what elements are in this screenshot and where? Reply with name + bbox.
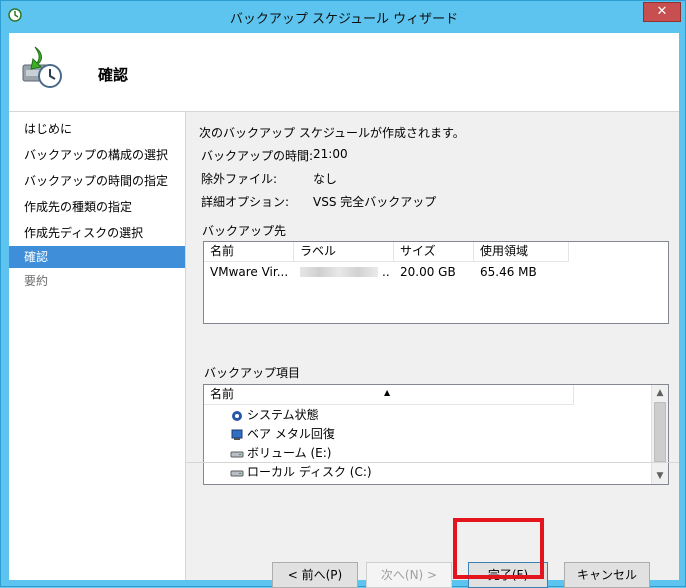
drive-icon [230, 451, 244, 457]
backup-items-list[interactable]: 名前 ▲ システム状態 ベア メタル回復 ボリューム (E:) ローカル ディス… [203, 384, 669, 485]
step-backup-config[interactable]: バックアップの構成の選択 [9, 144, 185, 166]
item-system-state[interactable]: システム状態 [230, 406, 319, 424]
backup-schedule-icon [22, 46, 62, 88]
backup-time-label: バックアップの時間: [201, 149, 314, 163]
confirmation-panel: 次のバックアップ スケジュールが作成されます。 バックアップの時間: 21:00… [186, 112, 679, 588]
destination-group-label: バックアップ先 [202, 224, 287, 238]
col-item-name[interactable]: 名前 ▲ [204, 385, 574, 405]
items-group-label: バックアップ項目 [204, 366, 301, 380]
col-item-name-label: 名前 [210, 387, 235, 401]
scroll-up-icon[interactable]: ▲ [652, 385, 668, 401]
step-destination-disk[interactable]: 作成先ディスクの選択 [9, 222, 185, 244]
dest-size-cell: 20.00 GB [400, 265, 456, 279]
excluded-files-label: 除外ファイル: [201, 172, 278, 186]
scroll-down-icon[interactable]: ▼ [652, 468, 668, 484]
item-volume-e-label: ボリューム (E:) [247, 446, 332, 460]
advanced-options-value: VSS 完全バックアップ [313, 195, 437, 209]
step-summary: 要約 [24, 274, 49, 288]
backup-time-value: 21:00 [313, 147, 348, 161]
wizard-client-area: 確認 はじめに バックアップの構成の選択 バックアップの時間の指定 作成先の種類… [9, 33, 679, 588]
item-volume-e[interactable]: ボリューム (E:) [230, 444, 331, 462]
summary-intro: 次のバックアップ スケジュールが作成されます。 [199, 126, 465, 140]
cancel-button[interactable]: キャンセル [564, 562, 650, 588]
item-system-state-label: システム状態 [247, 408, 319, 422]
step-confirmation[interactable]: 確認 [9, 246, 185, 268]
drive-icon [230, 470, 244, 476]
step-destination-type[interactable]: 作成先の種類の指定 [9, 196, 185, 218]
bare-metal-icon [231, 429, 243, 440]
dest-used-cell: 65.46 MB [480, 265, 537, 279]
col-used[interactable]: 使用領域 [474, 242, 569, 262]
footer-divider [186, 462, 679, 463]
item-local-disk-c-label: ローカル ディスク (C:) [247, 465, 372, 479]
col-size[interactable]: サイズ [394, 242, 474, 262]
item-bare-metal[interactable]: ベア メタル回復 [230, 425, 335, 443]
window-title: バックアップ スケジュール ウィザード [229, 12, 459, 27]
excluded-files-value: なし [313, 172, 338, 186]
system-state-icon [232, 410, 242, 421]
finish-highlight-box [453, 518, 544, 579]
step-introduction[interactable]: はじめに [9, 118, 185, 140]
items-scrollbar[interactable]: ▲ ▼ [651, 385, 668, 484]
page-title: 確認 [98, 66, 129, 84]
title-bar[interactable]: バックアップ スケジュール ウィザード ✕ [1, 1, 686, 33]
advanced-options-label: 詳細オプション: [201, 195, 290, 209]
dest-label-suffix: .. [382, 265, 390, 279]
next-button: 次へ(N) > [366, 562, 452, 588]
dest-name-cell[interactable]: VMware Vir... [204, 263, 288, 281]
item-local-disk-c[interactable]: ローカル ディスク (C:) [230, 463, 372, 481]
wizard-window: バックアップ スケジュール ウィザード ✕ 確認 はじめに バックアップの構成の… [0, 0, 686, 588]
sort-ascending-icon: ▲ [384, 388, 391, 397]
wizard-steps-sidebar: はじめに バックアップの構成の選択 バックアップの時間の指定 作成先の種類の指定… [9, 112, 186, 580]
destination-list[interactable]: 名前 ラベル サイズ 使用領域 VMware Vir... .. 20.00 G… [203, 241, 669, 324]
scroll-thumb[interactable] [654, 402, 666, 462]
redacted-label [300, 267, 378, 277]
item-bare-metal-label: ベア メタル回復 [247, 427, 335, 441]
close-button[interactable]: ✕ [643, 2, 681, 22]
step-backup-time[interactable]: バックアップの時間の指定 [9, 170, 185, 192]
col-name[interactable]: 名前 [204, 242, 294, 262]
col-label[interactable]: ラベル [294, 242, 394, 262]
wizard-header: 確認 [9, 33, 679, 112]
prev-button[interactable]: < 前へ(P) [272, 562, 358, 588]
